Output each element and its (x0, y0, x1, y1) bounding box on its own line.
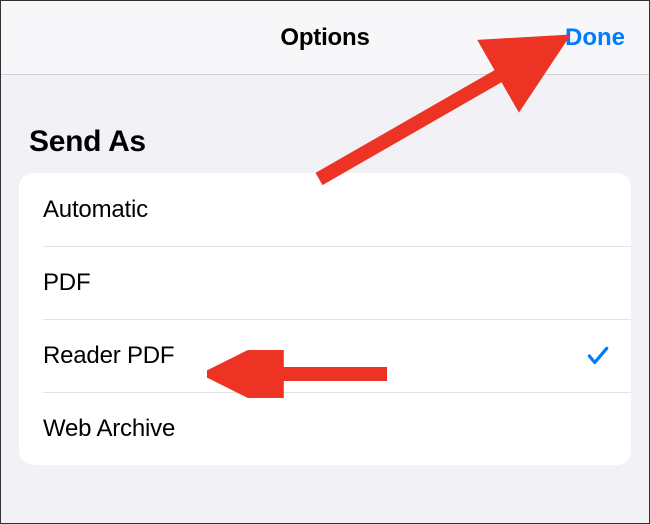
option-label: Automatic (43, 196, 148, 224)
page-title: Options (280, 24, 369, 52)
option-reader-pdf[interactable]: Reader PDF (19, 319, 631, 392)
done-button[interactable]: Done (565, 24, 625, 52)
option-automatic[interactable]: Automatic (19, 173, 631, 246)
option-label: Web Archive (43, 415, 175, 443)
option-pdf[interactable]: PDF (19, 246, 631, 319)
section-header-send-as: Send As (1, 75, 649, 173)
option-web-archive[interactable]: Web Archive (19, 392, 631, 465)
header-bar: Options Done (1, 1, 649, 75)
option-label: Reader PDF (43, 342, 174, 370)
send-as-list: Automatic PDF Reader PDF Web Archive (19, 173, 631, 465)
option-label: PDF (43, 269, 90, 297)
check-icon (585, 343, 611, 369)
